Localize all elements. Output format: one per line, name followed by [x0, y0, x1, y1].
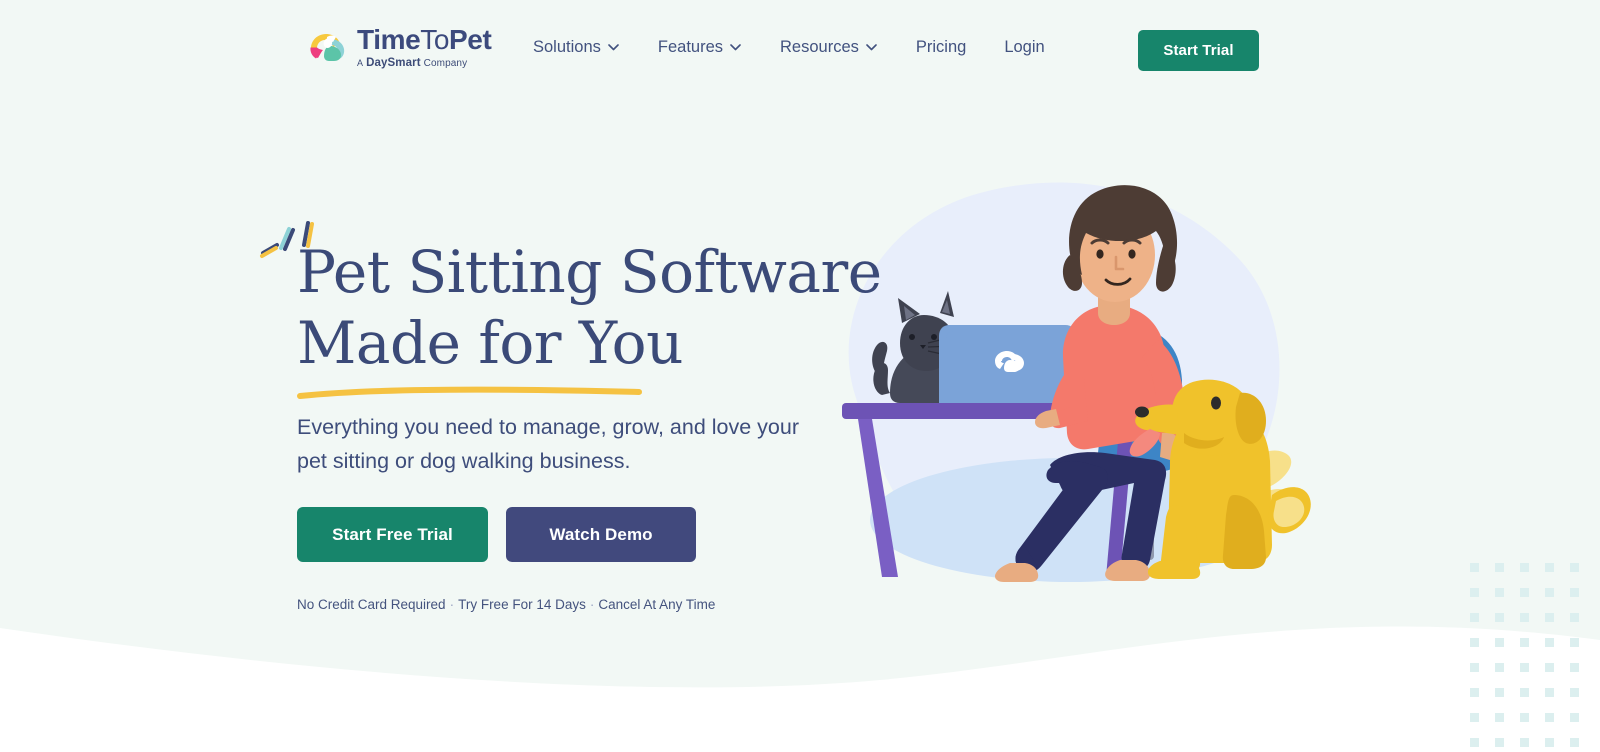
laptop-illustration	[939, 325, 1076, 403]
nav-label-solutions: Solutions	[533, 38, 601, 56]
fineprint-separator: ·	[589, 597, 595, 612]
fineprint-separator: ·	[449, 597, 455, 612]
headline-line-2: Made for You	[297, 309, 683, 378]
nav-item-pricing[interactable]: Pricing	[916, 38, 966, 57]
start-free-trial-button[interactable]: Start Free Trial	[297, 507, 488, 562]
hero-subheadline: Everything you need to manage, grow, and…	[297, 415, 799, 474]
fineprint-cancel-anytime: Cancel At Any Time	[598, 597, 716, 612]
landing-page: TimeToPet A DaySmart Company Solutions F…	[0, 0, 1600, 752]
site-header: TimeToPet A DaySmart Company Solutions F…	[0, 0, 1600, 100]
main-navigation: Solutions Features Resources Pricing Log…	[533, 38, 1083, 57]
logo-wordmark: TimeToPet	[357, 24, 492, 55]
page-title: Pet Sitting Software Made for You	[297, 237, 882, 380]
headline-underline-swoosh	[297, 386, 642, 399]
watch-demo-button[interactable]: Watch Demo	[506, 507, 696, 562]
fineprint-no-credit-card: No Credit Card Required	[297, 597, 446, 612]
timetopet-paw-logo-icon	[310, 33, 345, 61]
start-trial-button[interactable]: Start Trial	[1138, 30, 1259, 71]
fineprint-free-days: Try Free For 14 Days	[458, 597, 586, 612]
chevron-down-icon	[730, 44, 741, 51]
hero-fineprint: No Credit Card Required · Try Free For 14 …	[297, 597, 715, 612]
chevron-down-icon	[608, 44, 619, 51]
nav-item-resources[interactable]: Resources	[780, 38, 897, 57]
nav-label-features: Features	[657, 38, 724, 56]
nav-label-login: Login	[1004, 38, 1045, 56]
headline-line-1: Pet Sitting Software	[297, 238, 882, 306]
logo-tagline: A DaySmart Company	[357, 57, 468, 69]
nav-item-features[interactable]: Features	[658, 38, 761, 57]
nav-label-pricing: Pricing	[915, 38, 967, 56]
nav-item-login[interactable]: Login	[1004, 38, 1044, 57]
hero-text-block: Pet Sitting Software Made for You Everyt…	[260, 215, 882, 612]
hero-illustration	[842, 182, 1311, 582]
hero-cta-group: Start Free Trial Watch Demo	[297, 507, 696, 562]
nav-item-solutions[interactable]: Solutions	[533, 38, 639, 57]
logo-wordmark-group: TimeToPet A DaySmart Company	[357, 24, 492, 70]
logo-home-link[interactable]: TimeToPet A DaySmart Company	[307, 24, 492, 70]
chevron-down-icon	[866, 44, 877, 51]
nav-label-resources: Resources	[780, 38, 859, 56]
